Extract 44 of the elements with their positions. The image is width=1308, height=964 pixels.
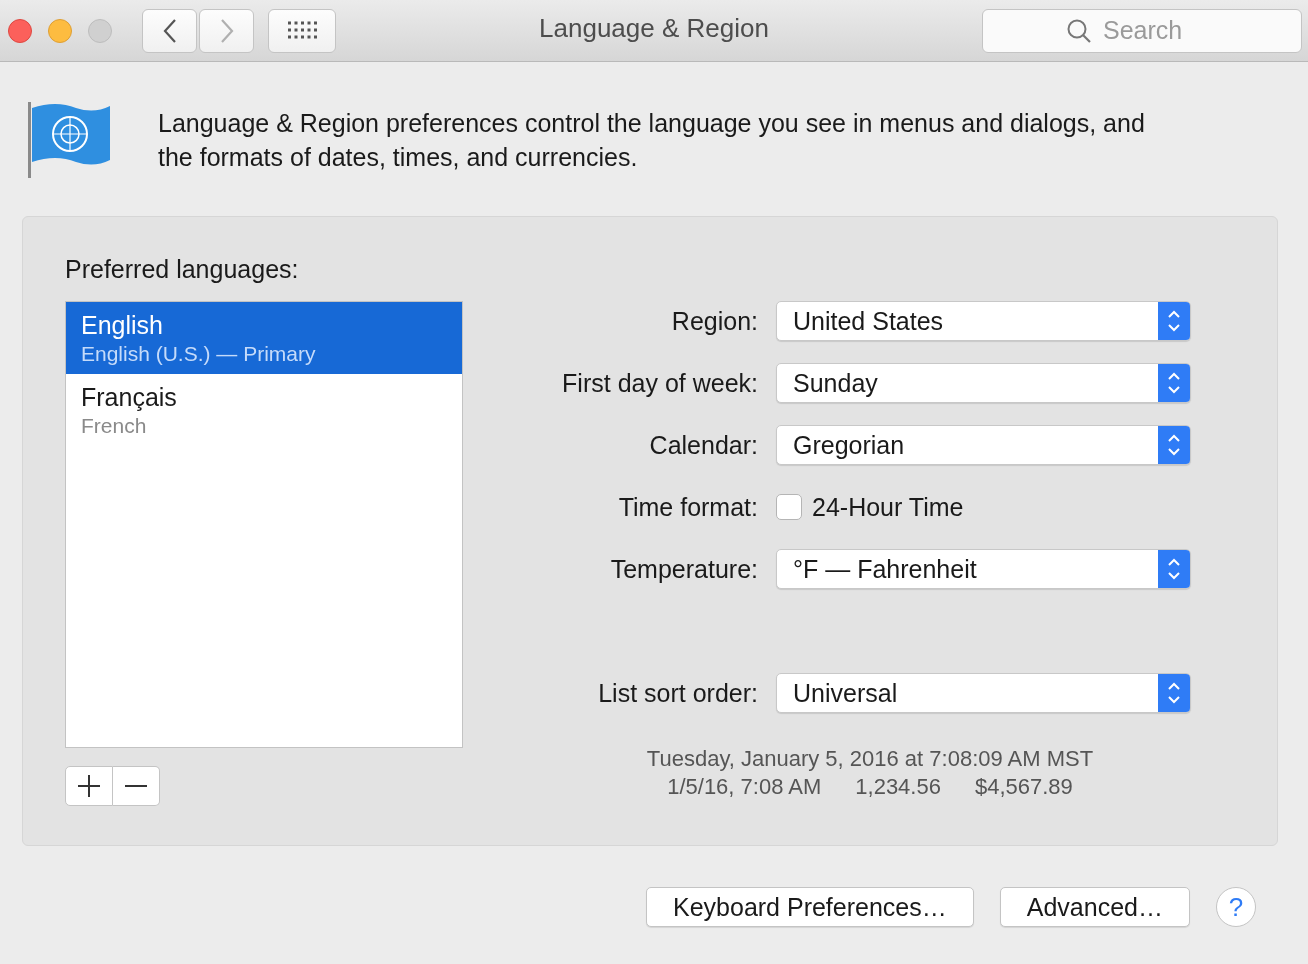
close-button[interactable]	[8, 18, 32, 43]
grid-icon	[287, 20, 317, 41]
plus-icon	[78, 775, 100, 797]
up-down-arrows-icon	[1167, 432, 1181, 458]
date-sample: Tuesday, January 5, 2016 at 7:08:09 AM MST	[645, 745, 1095, 773]
remove-button[interactable]	[113, 766, 160, 806]
dropdown[interactable]: Gregorian	[776, 425, 1191, 465]
up-down-arrows-icon	[1167, 370, 1181, 396]
list-heading: Preferred languages:	[65, 255, 300, 285]
chevron-right-icon	[218, 17, 235, 44]
format-sample: 1,234.56	[855, 773, 941, 801]
dropdown[interactable]: Sunday	[776, 363, 1191, 403]
checkbox[interactable]	[776, 494, 802, 520]
window-title: Language & Region	[538, 12, 770, 45]
language-item[interactable]: Français French	[66, 374, 462, 446]
field-label: Region:	[670, 306, 758, 336]
dropdown[interactable]: °F — Fahrenheit	[776, 549, 1191, 589]
back-button[interactable]	[142, 8, 197, 53]
minimize-button[interactable]	[48, 18, 72, 43]
field-label: Calendar:	[648, 430, 758, 460]
add-button[interactable]	[65, 766, 113, 806]
forward-button[interactable]	[199, 8, 254, 53]
push-button[interactable]: Advanced…	[999, 887, 1190, 927]
checkbox-label: 24-Hour Time	[812, 492, 964, 522]
search-field[interactable]: Search	[982, 8, 1302, 53]
push-button[interactable]: Keyboard Preferences…	[646, 887, 974, 927]
dropdown[interactable]: Universal	[776, 673, 1191, 713]
field-label: List sort order:	[597, 678, 758, 708]
up-down-arrows-icon	[1167, 680, 1181, 706]
up-down-arrows-icon	[1167, 308, 1181, 334]
format-sample: 1/5/16, 7:08 AM	[667, 773, 822, 801]
help-button[interactable]: ?	[1215, 887, 1256, 927]
chevron-left-icon	[161, 17, 178, 44]
field-label: Time format:	[617, 492, 758, 522]
field-label: First day of week:	[561, 368, 758, 398]
description-text: Language & Region preferences control the language you see in menus and dialogs, and the formats of dates, times, and currencies.	[158, 108, 1146, 173]
flag-icon	[26, 100, 112, 180]
up-down-arrows-icon	[1167, 556, 1181, 582]
format-sample: $4,567.89	[974, 773, 1073, 801]
minus-icon	[125, 785, 147, 787]
show-all-button[interactable]	[268, 8, 336, 53]
field-label: Temperature:	[609, 554, 758, 584]
dropdown[interactable]: United States	[776, 301, 1191, 341]
language-item[interactable]: English English (U.S.) — Primary	[66, 302, 462, 374]
